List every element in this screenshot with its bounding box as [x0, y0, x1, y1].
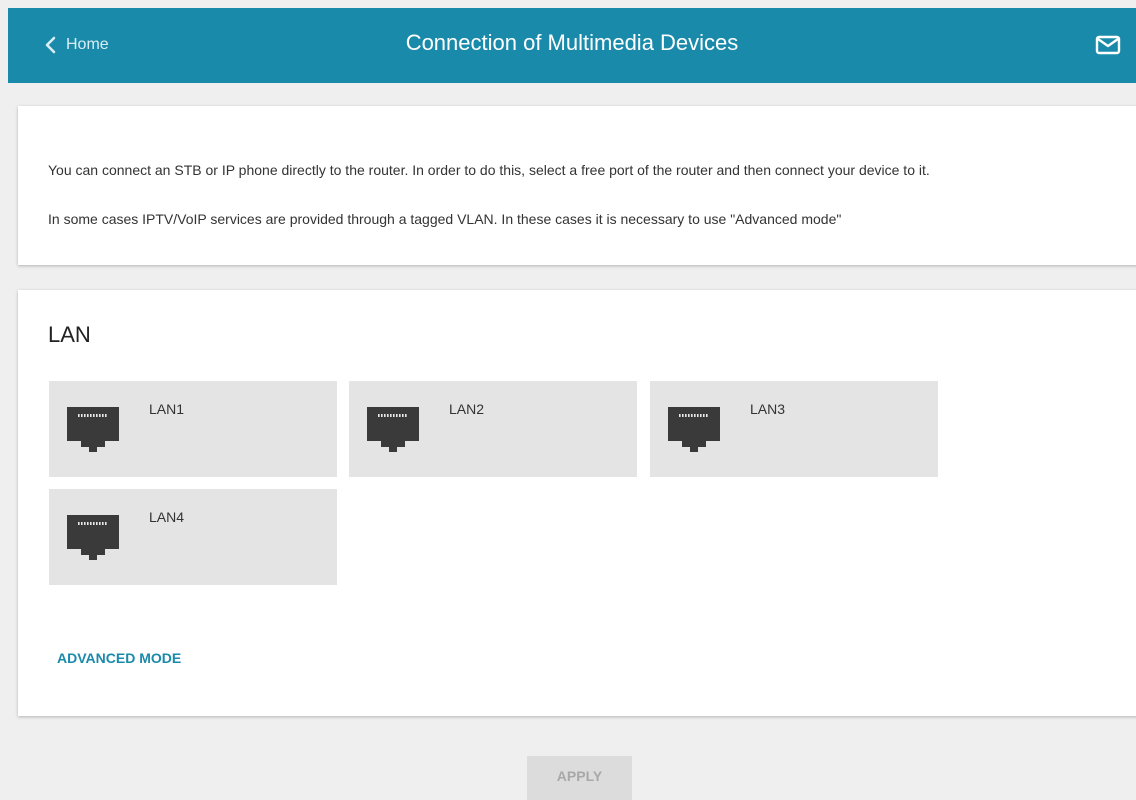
ethernet-port-icon	[67, 407, 119, 453]
advanced-mode-link[interactable]: ADVANCED MODE	[57, 650, 181, 666]
ethernet-port-icon	[668, 407, 720, 452]
port-label: LAN3	[750, 401, 786, 417]
port-tile-lan2[interactable]: LAN2	[349, 381, 637, 477]
info-text-vlan: In some cases IPTV/VoIP services are pro…	[48, 211, 842, 227]
section-title-lan: LAN	[48, 322, 91, 347]
lan-card: LAN LAN1 LAN2 LAN3 LAN4 ADVANCED MODE	[18, 290, 1136, 716]
info-text-connect: You can connect an STB or IP phone direc…	[48, 162, 930, 178]
page-title: Connection of Multimedia Devices	[405, 30, 739, 55]
ethernet-port-icon	[367, 407, 419, 452]
envelope-icon[interactable]	[1094, 31, 1122, 59]
top-bar: Home Connection of Multimedia Devices	[8, 8, 1136, 83]
port-tile-lan1[interactable]: LAN1	[49, 381, 337, 477]
port-label: LAN1	[149, 401, 185, 417]
apply-button[interactable]: APPLY	[527, 756, 632, 800]
info-card: You can connect an STB or IP phone direc…	[18, 106, 1136, 265]
port-tile-lan4[interactable]: LAN4	[49, 489, 337, 585]
port-label: LAN4	[149, 509, 185, 525]
ethernet-port-icon	[67, 515, 119, 560]
port-tile-lan3[interactable]: LAN3	[650, 381, 938, 477]
port-label: LAN2	[449, 401, 485, 417]
